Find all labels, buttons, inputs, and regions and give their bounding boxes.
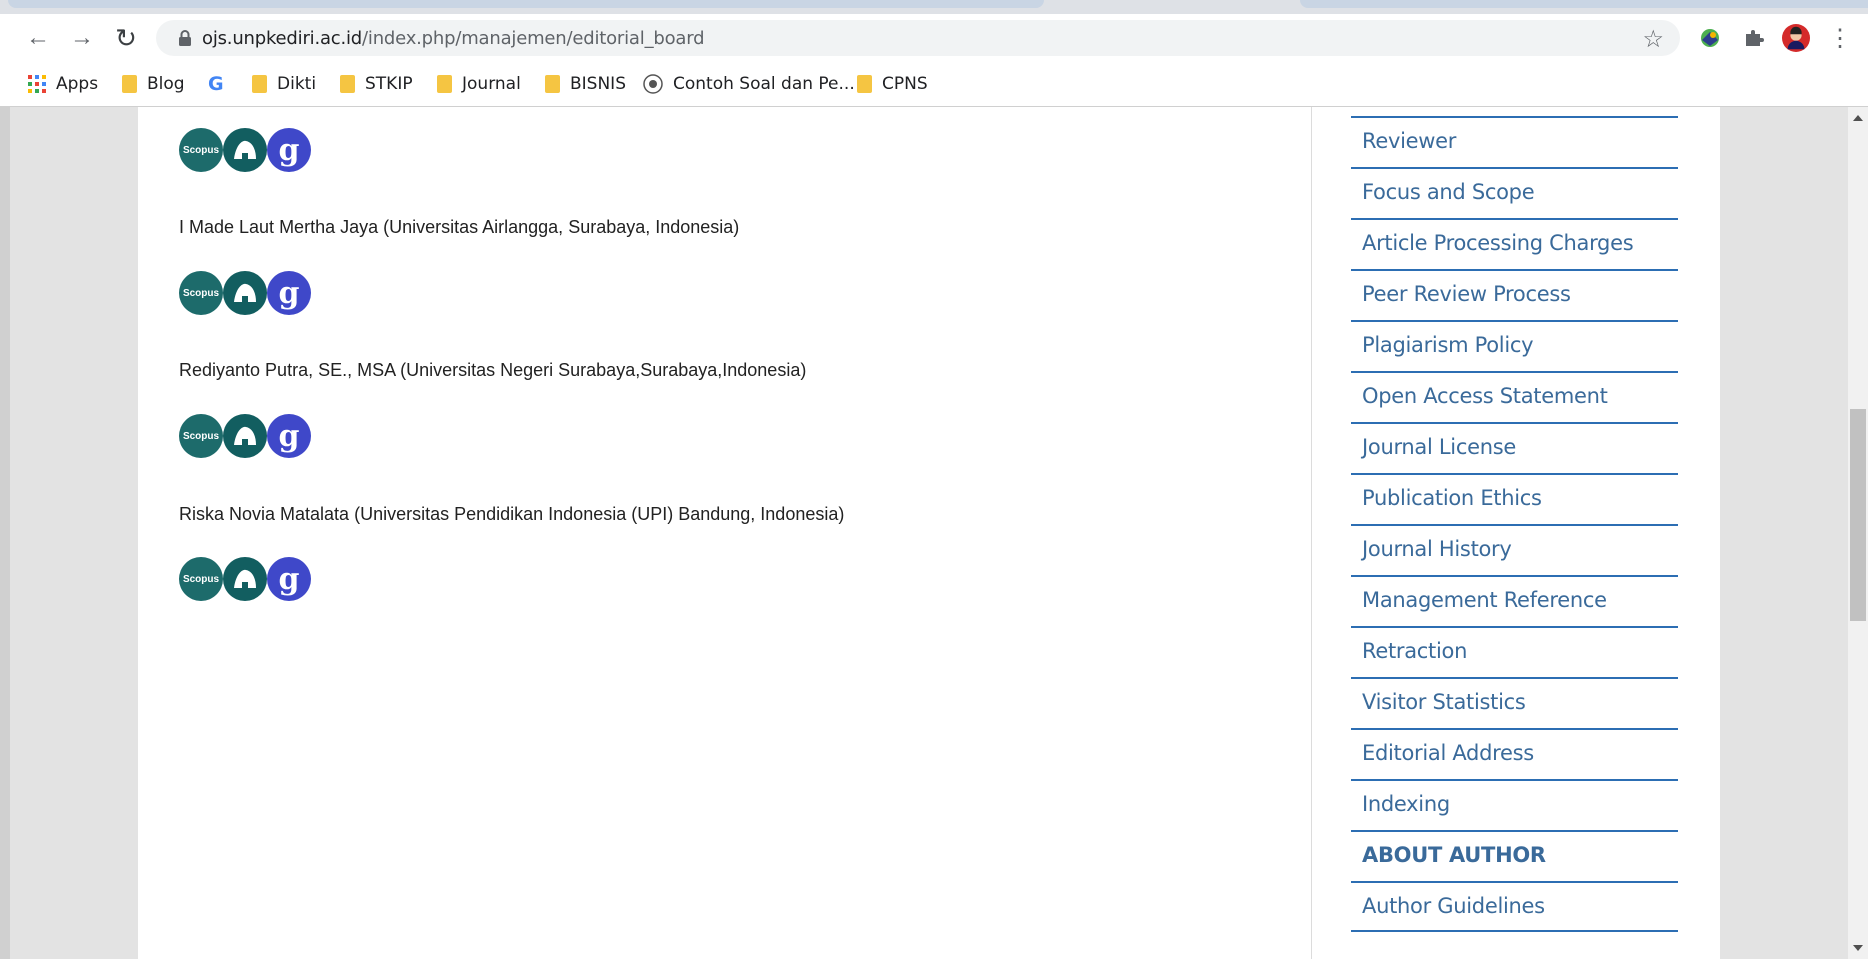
site-logo-icon <box>643 74 663 94</box>
sidebar-heading-about-author: ABOUT AUTHOR <box>1351 830 1678 881</box>
sidebar-divider <box>1311 107 1312 959</box>
bookmark-dikti[interactable]: Dikti <box>252 72 316 96</box>
member-name: Rediyanto Putra, SE., MSA (Universitas N… <box>179 360 807 380</box>
sidebar-item-indexing[interactable]: Indexing <box>1351 779 1678 830</box>
bookmark-label: Apps <box>56 74 99 94</box>
member-name: Riska Novia Matalata (Universitas Pendid… <box>179 504 845 524</box>
sidebar-item-editorial-address[interactable]: Editorial Address <box>1351 728 1678 779</box>
url-path: /index.php/manajemen/editorial_board <box>362 28 705 49</box>
folder-icon <box>857 75 872 93</box>
sidebar-item-focus-and-scope[interactable]: Focus and Scope <box>1351 167 1678 218</box>
scroll-up-icon[interactable] <box>1853 115 1863 121</box>
page-viewport: Scopus g I Made Laut Mertha Jaya (Univer… <box>0 107 1848 959</box>
folder-icon <box>437 75 452 93</box>
bookmark-label: Journal <box>462 74 521 94</box>
sidebar-item-reviewer[interactable]: Reviewer <box>1351 116 1678 167</box>
reload-icon[interactable]: ↻ <box>112 23 140 53</box>
tab-strip <box>0 0 1868 14</box>
bookmark-label: BISNIS <box>570 74 626 94</box>
indexing-badges: Scopus g <box>179 557 319 603</box>
sinta-icon[interactable] <box>223 128 267 172</box>
menu-icon[interactable]: ⋮ <box>1826 24 1854 52</box>
bookmark-label: Contoh Soal dan Pe... <box>673 74 855 94</box>
lock-icon <box>179 30 191 46</box>
bookmark-bisnis[interactable]: BISNIS <box>545 72 626 96</box>
sidebar-item-journal-license[interactable]: Journal License <box>1351 422 1678 473</box>
indexing-badges: Scopus g <box>179 414 319 460</box>
folder-icon <box>340 75 355 93</box>
address-bar[interactable]: ojs.unpkediri.ac.id/index.php/manajemen/… <box>156 20 1680 56</box>
scopus-icon[interactable]: Scopus <box>179 414 223 458</box>
scopus-icon[interactable]: Scopus <box>179 557 223 601</box>
sinta-icon[interactable] <box>223 271 267 315</box>
bookmark-label: Dikti <box>277 74 317 94</box>
url-text: ojs.unpkediri.ac.id/index.php/manajemen/… <box>202 28 705 49</box>
bookmark-contoh-soal[interactable]: Contoh Soal dan Pe... <box>643 72 855 96</box>
bookmark-label: Blog <box>147 74 185 94</box>
sidebar-nav: Reviewer Focus and Scope Article Process… <box>1351 116 1678 932</box>
url-host: ojs.unpkediri.ac.id <box>202 28 363 49</box>
sidebar-item-journal-history[interactable]: Journal History <box>1351 524 1678 575</box>
back-icon[interactable]: ← <box>24 24 52 52</box>
bookmark-label: G <box>208 73 224 95</box>
bookmark-cpns[interactable]: CPNS <box>857 72 928 96</box>
indexing-badges: Scopus g <box>179 128 319 174</box>
star-icon[interactable]: ☆ <box>1642 25 1664 54</box>
forward-icon[interactable]: → <box>68 24 96 52</box>
sidebar-item-retraction[interactable]: Retraction <box>1351 626 1678 677</box>
sinta-icon[interactable] <box>223 557 267 601</box>
sidebar-item-visitor-statistics[interactable]: Visitor Statistics <box>1351 677 1678 728</box>
member-name: I Made Laut Mertha Jaya (Universitas Air… <box>179 217 740 237</box>
google-scholar-icon[interactable]: g <box>267 557 311 601</box>
google-scholar-icon[interactable]: g <box>267 414 311 458</box>
bookmark-label: CPNS <box>882 74 928 94</box>
puzzle-icon[interactable] <box>1740 24 1768 52</box>
folder-icon <box>252 75 267 93</box>
folder-icon <box>122 75 137 93</box>
sinta-icon[interactable] <box>223 414 267 458</box>
avatar[interactable] <box>1782 24 1810 52</box>
sidebar-item-plagiarism-policy[interactable]: Plagiarism Policy <box>1351 320 1678 371</box>
bookmarks-bar: Apps Blog G Dikti STKIP Journal BISNIS C… <box>0 62 1868 107</box>
browser-tab[interactable] <box>8 0 1044 8</box>
extension-icon[interactable] <box>1696 24 1724 52</box>
sidebar-item-author-guidelines[interactable]: Author Guidelines <box>1351 881 1678 932</box>
apps-grid-icon <box>28 75 46 93</box>
sidebar-item-open-access-statement[interactable]: Open Access Statement <box>1351 371 1678 422</box>
browser-toolbar: ← → ↻ ojs.unpkediri.ac.id/index.php/mana… <box>0 14 1868 62</box>
google-icon[interactable]: G <box>208 72 224 96</box>
bookmark-blog[interactable]: Blog <box>122 72 185 96</box>
sidebar-item-management-reference[interactable]: Management Reference <box>1351 575 1678 626</box>
indexing-badges: Scopus g <box>179 271 319 317</box>
google-scholar-icon[interactable]: g <box>267 128 311 172</box>
scopus-icon[interactable]: Scopus <box>179 271 223 315</box>
bookmark-apps[interactable]: Apps <box>28 72 98 96</box>
content-panel: Scopus g I Made Laut Mertha Jaya (Univer… <box>138 107 1720 959</box>
bookmark-stkip[interactable]: STKIP <box>340 72 413 96</box>
page-scrollbar[interactable] <box>1848 107 1868 959</box>
scroll-down-icon[interactable] <box>1853 945 1863 951</box>
page-margin <box>0 107 10 959</box>
scrollbar-thumb[interactable] <box>1850 409 1866 621</box>
bookmark-label: STKIP <box>365 74 413 94</box>
sidebar-item-article-processing-charges[interactable]: Article Processing Charges <box>1351 218 1678 269</box>
scopus-icon[interactable]: Scopus <box>179 128 223 172</box>
sidebar-item-publication-ethics[interactable]: Publication Ethics <box>1351 473 1678 524</box>
bookmark-journal[interactable]: Journal <box>437 72 521 96</box>
sidebar-item-peer-review-process[interactable]: Peer Review Process <box>1351 269 1678 320</box>
google-scholar-icon[interactable]: g <box>267 271 311 315</box>
browser-tab[interactable] <box>1300 0 1868 8</box>
folder-icon <box>545 75 560 93</box>
